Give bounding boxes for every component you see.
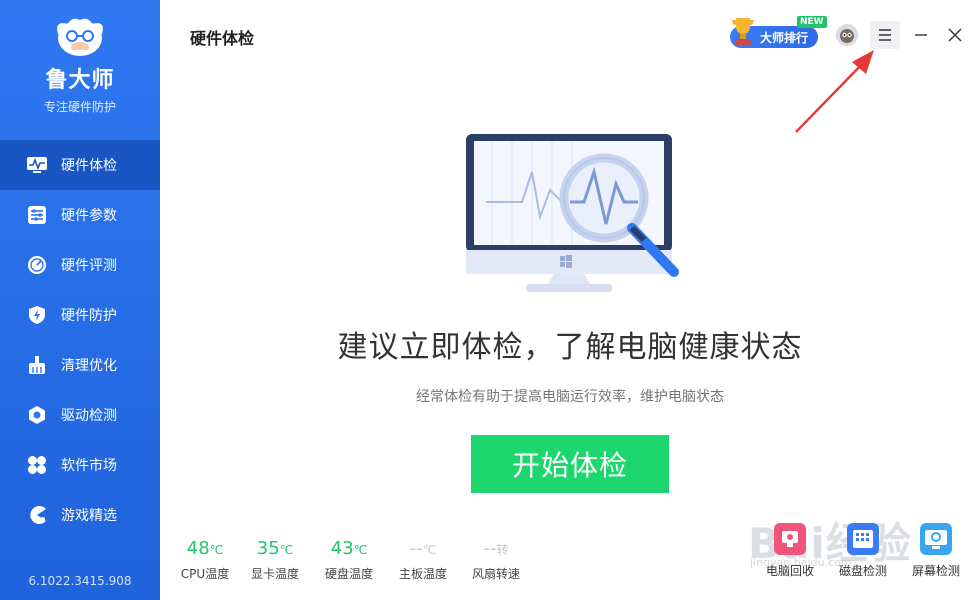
minimize-icon	[908, 34, 934, 53]
stat-board-temp: --℃ 主板温度	[388, 538, 458, 582]
sidebar-item-hardware-protect[interactable]: 硬件防护	[0, 290, 160, 340]
sidebar-item-driver-check[interactable]: 驱动检测	[0, 390, 160, 440]
monitor-scan-illustration-icon	[462, 132, 684, 298]
stat-value: --	[483, 538, 497, 559]
minimize-button[interactable]	[908, 21, 934, 49]
sidebar-nav: 硬件体检 硬件参数 硬件评测 硬件防护 清理优化 驱动检测 软件市场 游戏精选	[0, 140, 160, 540]
sidebar-item-clean-optimize[interactable]: 清理优化	[0, 340, 160, 390]
stat-label: 硬盘温度	[324, 567, 373, 581]
app-grid-icon	[26, 454, 48, 476]
disk-check-icon	[846, 522, 880, 556]
page-title: 硬件体检	[190, 29, 255, 48]
sidebar-item-label: 硬件评测	[61, 258, 117, 274]
sidebar-item-hardware-params[interactable]: 硬件参数	[0, 190, 160, 240]
sidebar-item-label: 驱动检测	[61, 408, 117, 424]
stat-unit: ℃	[353, 543, 368, 557]
screen-check-icon	[919, 522, 953, 556]
stat-gpu-temp: 35℃ 显卡温度	[240, 538, 310, 582]
new-badge: NEW	[797, 16, 827, 28]
broom-icon	[26, 354, 48, 376]
sliders-icon	[26, 204, 48, 226]
sidebar: 鲁大师 专注硬件防护 硬件体检 硬件参数 硬件评测 硬件防护 清理优化 驱动检测…	[0, 0, 160, 600]
stat-unit: ℃	[422, 543, 437, 557]
stat-cpu-temp: 48℃ CPU温度	[170, 538, 240, 582]
app-tagline: 专注硬件防护	[43, 100, 116, 114]
sidebar-item-hardware-check[interactable]: 硬件体检	[0, 140, 160, 190]
shield-bolt-icon	[26, 304, 48, 326]
stat-label: 主板温度	[398, 567, 447, 581]
close-button[interactable]	[942, 21, 968, 49]
stat-value: 48	[186, 538, 210, 559]
app-version: 6.1022.3415.908	[28, 574, 132, 588]
tool-disk-check[interactable]: 磁盘检测	[833, 522, 893, 579]
menu-button[interactable]	[870, 21, 900, 49]
headline: 建议立即体检，了解电脑健康状态	[337, 330, 803, 365]
master-lu-logo-icon	[52, 14, 108, 58]
hex-nut-icon	[26, 404, 48, 426]
avatar[interactable]	[836, 24, 858, 46]
stat-value: --	[409, 538, 423, 559]
close-icon	[942, 28, 968, 53]
tool-label: 电脑回收	[765, 564, 814, 578]
sidebar-item-hardware-benchmark[interactable]: 硬件评测	[0, 240, 160, 290]
sidebar-item-label: 软件市场	[61, 458, 117, 474]
monitor-pulse-icon	[26, 154, 48, 176]
sidebar-item-label: 硬件防护	[61, 308, 117, 324]
stat-value: 43	[330, 538, 354, 559]
app-logo: 鲁大师 专注硬件防护	[0, 14, 160, 115]
stat-disk-temp: 43℃ 硬盘温度	[314, 538, 384, 582]
subline: 经常体检有助于提高电脑运行效率，维护电脑状态	[416, 389, 724, 405]
tool-screen-check[interactable]: 屏幕检测	[906, 522, 966, 579]
app-name: 鲁大师	[45, 68, 115, 93]
sidebar-item-label: 硬件参数	[61, 208, 117, 224]
pacman-icon	[26, 504, 48, 526]
sidebar-item-label: 清理优化	[61, 358, 117, 374]
stat-label: 显卡温度	[250, 567, 299, 581]
tool-pc-recycle[interactable]: 电脑回收	[760, 522, 820, 579]
stat-value: 35	[256, 538, 280, 559]
recycle-pc-icon	[773, 522, 807, 556]
tool-label: 磁盘检测	[838, 564, 887, 578]
speedometer-icon	[26, 254, 48, 276]
sidebar-item-game-picks[interactable]: 游戏精选	[0, 490, 160, 540]
sidebar-item-label: 硬件体检	[61, 158, 117, 174]
stat-unit: ℃	[279, 543, 294, 557]
stat-unit: 转	[496, 543, 509, 557]
ranking-label: 大师排行	[760, 30, 809, 45]
sidebar-item-label: 游戏精选	[61, 508, 117, 524]
stat-unit: ℃	[209, 543, 224, 557]
stat-fan-speed: --转 风扇转速	[461, 538, 531, 582]
tool-label: 屏幕检测	[911, 564, 960, 578]
ranking-button[interactable]: 大师排行	[730, 18, 818, 48]
sidebar-item-software-market[interactable]: 软件市场	[0, 440, 160, 490]
annotation-arrow-icon	[790, 46, 880, 138]
start-check-button[interactable]: 开始体检	[471, 435, 669, 493]
stat-label: CPU温度	[180, 567, 230, 581]
stat-label: 风扇转速	[471, 567, 520, 581]
trophy-icon	[728, 16, 758, 48]
